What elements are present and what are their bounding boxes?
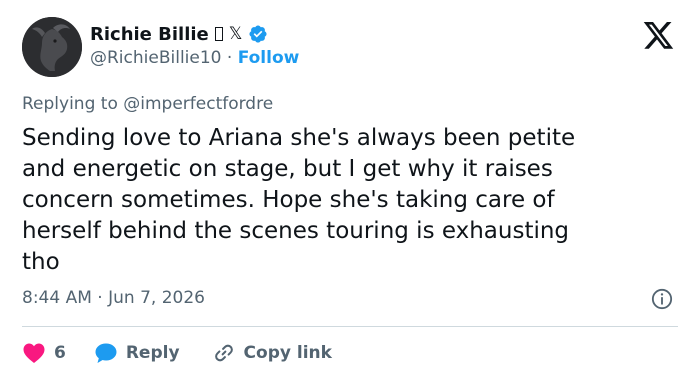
copy-link-button[interactable]: Copy link [212, 342, 332, 364]
emoji-placeholder-icon [214, 27, 223, 41]
like-count: 6 [54, 343, 66, 363]
x-logo-icon[interactable] [643, 22, 675, 50]
tweet-embed-card: Richie Billie 𝕏 @RichieBillie10 · Follow… [0, 0, 700, 379]
action-bar: 6 Reply Copy link [22, 340, 332, 366]
tweet-timestamp[interactable]: 8:44 AM · Jun 7, 2026 [22, 288, 205, 308]
follow-button[interactable]: Follow [238, 48, 300, 68]
heart-icon [23, 343, 45, 363]
handle-separator: · [226, 48, 233, 68]
speech-bubble-icon [95, 343, 117, 363]
reply-label: Reply [125, 343, 180, 363]
tweet-date: Jun 7, 2026 [108, 288, 205, 308]
verified-badge-icon [249, 25, 268, 43]
goat-avatar-image [22, 17, 82, 77]
tweet-text: Sending love to Ariana she's always been… [22, 125, 576, 275]
avatar[interactable] [22, 17, 82, 77]
author-name-row: Richie Billie 𝕏 [90, 21, 268, 47]
reply-button[interactable]: Reply [94, 342, 180, 364]
x-mark-text: 𝕏 [228, 24, 243, 44]
author-display-name[interactable]: Richie Billie [90, 24, 209, 45]
link-icon [214, 344, 233, 362]
tweet-time: 8:44 AM [22, 288, 92, 308]
info-icon[interactable] [651, 288, 673, 310]
replying-to-line: Replying to @imperfectfordre [22, 94, 273, 114]
like-button[interactable]: 6 [22, 342, 66, 364]
author-handle[interactable]: @RichieBillie10 [90, 48, 221, 68]
replying-to-prefix: Replying to [22, 94, 118, 114]
timestamp-separator: · [97, 288, 103, 308]
author-handle-row: @RichieBillie10 · Follow [90, 48, 299, 68]
replying-to-mention[interactable]: @imperfectfordre [123, 94, 273, 114]
divider [22, 326, 678, 327]
copy-link-label: Copy link [243, 343, 332, 363]
